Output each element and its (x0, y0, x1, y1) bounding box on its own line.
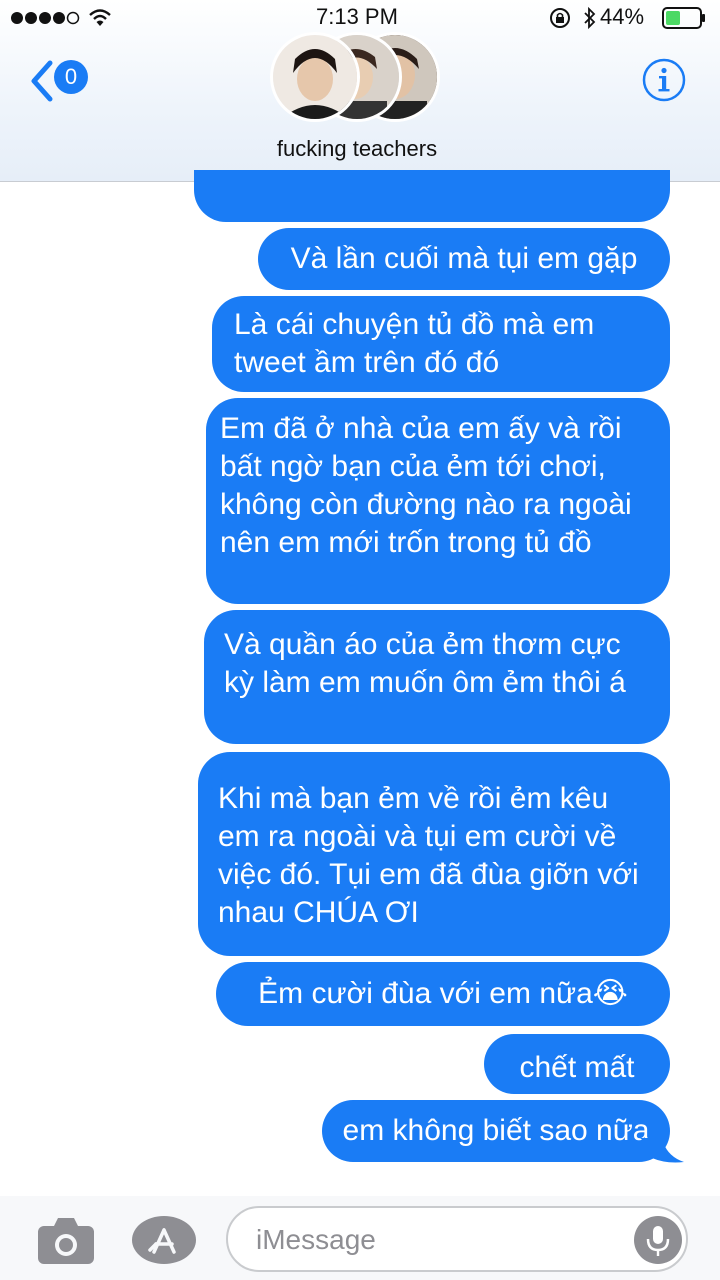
wifi-icon (89, 9, 111, 26)
apps-button[interactable] (130, 1214, 198, 1266)
avatar (270, 32, 360, 122)
camera-button[interactable] (36, 1214, 96, 1266)
group-avatars[interactable] (270, 32, 450, 122)
camera-icon (38, 1218, 94, 1264)
microphone-icon (646, 1226, 670, 1256)
message-bubble[interactable]: Em đã ở nhà của em ấy và rồi bất ngờ bạn… (206, 398, 670, 604)
info-button[interactable] (642, 58, 686, 102)
status-time: 7:13 PM (316, 4, 398, 29)
unread-count-badge: 0 (54, 60, 88, 94)
battery-icon (662, 7, 705, 29)
message-input[interactable]: iMessage (226, 1206, 688, 1272)
signal-dots-icon (11, 11, 80, 25)
message-bubble[interactable]: Là cái chuyện tủ đồ mà em tweet ầm trên … (212, 296, 670, 392)
rotation-lock-icon (550, 8, 570, 28)
message-input-placeholder: iMessage (256, 1224, 376, 1255)
message-bubble[interactable]: em không biết sao nữa (322, 1100, 670, 1162)
message-bubble-partial (194, 170, 670, 222)
message-bubble[interactable]: Và lần cuối mà tụi em gặp (258, 228, 670, 290)
message-bubble[interactable]: Và quần áo của ẻm thơm cực kỳ làm em muố… (204, 610, 670, 744)
battery-percent: 44% (600, 4, 645, 29)
message-bubble[interactable]: Ẻm cười đùa với em nữa😭 (216, 962, 670, 1026)
status-bar: 7:13 PM 44% (0, 0, 720, 34)
message-bubble[interactable]: chết mất (484, 1034, 670, 1094)
app-store-icon (132, 1216, 196, 1264)
message-bubble[interactable]: Khi mà bạn ẻm về rồi ẻm kêu em ra ngoài … (198, 752, 670, 956)
bluetooth-icon (584, 6, 596, 30)
chevron-left-icon (31, 60, 53, 102)
group-title[interactable]: fucking teachers (200, 136, 514, 162)
dictation-button[interactable] (634, 1216, 682, 1264)
info-icon (642, 58, 686, 102)
bubble-tail (640, 1138, 684, 1163)
back-button[interactable]: 0 (30, 58, 100, 108)
